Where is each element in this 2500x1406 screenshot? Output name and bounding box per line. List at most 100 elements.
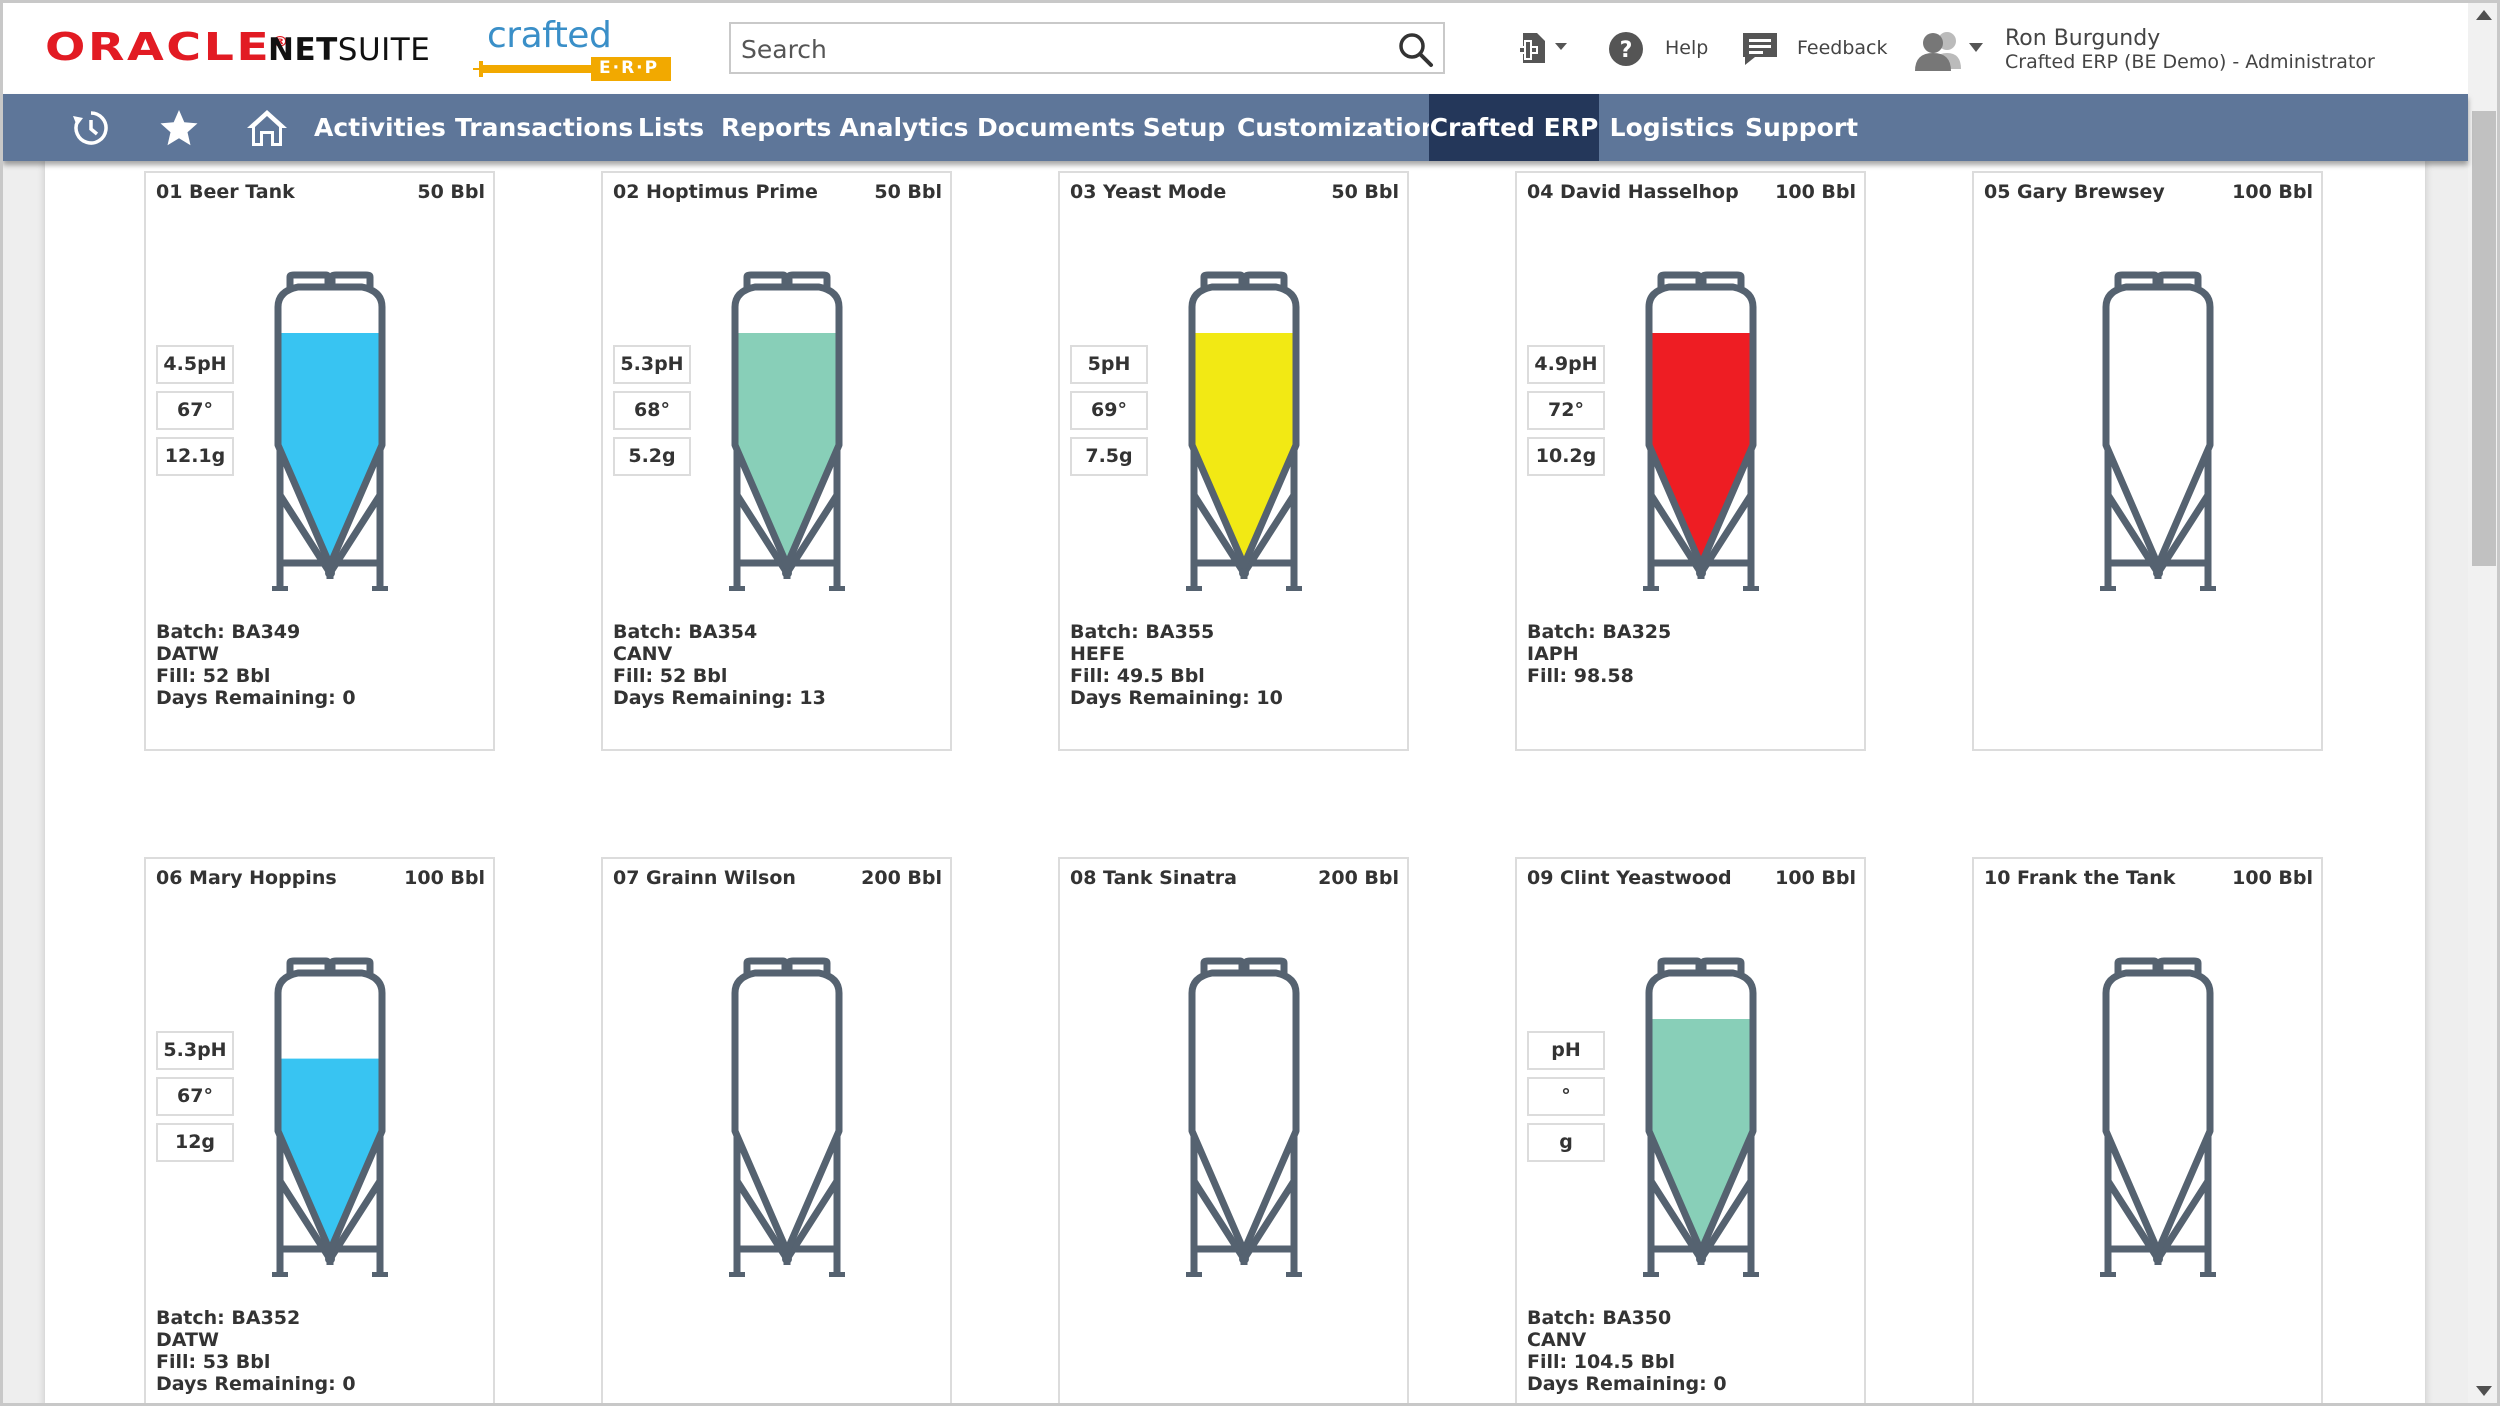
nav-crafted-erp[interactable]: Crafted ERP <box>1429 94 1599 161</box>
gravity-reading: 5.2g <box>613 437 691 476</box>
fermenter-tank-icon <box>2100 957 2216 1277</box>
feedback-label: Feedback <box>1797 37 1888 59</box>
tank-foot <box>2100 1272 2116 1277</box>
nav-setup[interactable]: Setup <box>1139 94 1229 161</box>
nav-reports[interactable]: Reports <box>721 94 831 161</box>
tank-name: 06 Mary Hoppins <box>156 867 337 889</box>
scroll-up-arrow-icon[interactable] <box>2476 9 2492 21</box>
page-scrollbar[interactable] <box>2468 3 2497 1403</box>
crafted-logo-erp: E·R·P <box>599 58 660 78</box>
tank-capacity: 50 Bbl <box>874 181 942 203</box>
fermenter-tank-icon <box>1186 271 1302 591</box>
tank-foot <box>1743 586 1759 591</box>
ph-reading: pH <box>1527 1031 1605 1070</box>
tank-card[interactable]: 06 Mary Hoppins 100 Bbl 5.3pH 67° 12g Batch: … <box>144 857 495 1403</box>
tank-liquid-fill <box>1649 1019 1753 1251</box>
tank-capacity: 100 Bbl <box>1775 867 1856 889</box>
fermenter-tank-icon <box>272 271 388 591</box>
recent-records-icon[interactable] <box>69 106 113 150</box>
top-header: ORACLE® NETSUITE crafted E·R·P Search ? … <box>3 3 2468 94</box>
batch-fill: Fill: 53 Bbl <box>156 1351 271 1373</box>
tank-foot <box>1186 1272 1202 1277</box>
tank-capacity: 50 Bbl <box>417 181 485 203</box>
temperature-reading: 72° <box>1527 391 1605 430</box>
tank-card[interactable]: 02 Hoptimus Prime 50 Bbl 5.3pH 68° 5.2g Batch… <box>601 171 952 751</box>
tank-card[interactable]: 05 Gary Brewsey 100 Bbl <box>1972 171 2323 751</box>
favorites-star-icon[interactable] <box>157 106 201 150</box>
tank-foot <box>372 586 388 591</box>
browser-window: ORACLE® NETSUITE crafted E·R·P Search ? … <box>0 0 2500 1406</box>
tank-name: 01 Beer Tank <box>156 181 295 203</box>
search-input[interactable] <box>741 31 1361 67</box>
nav-customization[interactable]: Customization <box>1237 94 1439 161</box>
nav-activities[interactable]: Activities <box>313 94 447 161</box>
batch-info: Batch: BA352 DATW Fill: 53 Bbl Days Remaini… <box>156 1307 356 1395</box>
nav-support[interactable]: Support <box>1745 94 1858 161</box>
tank-valve <box>2153 568 2163 578</box>
search-icon[interactable] <box>1397 31 1435 69</box>
tank-valve <box>782 1254 792 1264</box>
tank-foot <box>2100 586 2116 591</box>
tank-card[interactable]: 04 David Hasselhop 100 Bbl 4.9pH 72° 10.2g Ba… <box>1515 171 1866 751</box>
tank-foot <box>829 1272 845 1277</box>
scroll-down-arrow-icon[interactable] <box>2476 1385 2492 1397</box>
tank-foot <box>1743 1272 1759 1277</box>
days-remaining: Days Remaining: 0 <box>156 687 356 709</box>
feedback-icon <box>1743 33 1777 65</box>
help-icon: ? <box>1609 32 1643 66</box>
batch-style: CANV <box>1527 1329 1587 1351</box>
tank-card[interactable]: 01 Beer Tank 50 Bbl 4.5pH 67° 12.1g Batch: BA… <box>144 171 495 751</box>
tank-body-bg <box>1192 973 1296 1251</box>
fermenter-tank-icon <box>729 957 845 1277</box>
home-icon[interactable] <box>245 106 289 150</box>
temperature-reading: 67° <box>156 391 234 430</box>
tank-card[interactable]: 10 Frank the Tank 100 Bbl <box>1972 857 2323 1403</box>
batch-number: Batch: BA325 <box>1527 621 1672 643</box>
tank-foot <box>829 586 845 591</box>
tank-card[interactable]: 03 Yeast Mode 50 Bbl 5pH 69° 7.5g Batch: BA35… <box>1058 171 1409 751</box>
tank-card[interactable]: 09 Clint Yeastwood 100 Bbl pH ° g Batch: BA35… <box>1515 857 1866 1403</box>
temperature-reading: 68° <box>613 391 691 430</box>
tank-capacity: 50 Bbl <box>1331 181 1399 203</box>
nav-logistics[interactable]: Logistics <box>1607 94 1737 161</box>
tank-card[interactable]: 07 Grainn Wilson 200 Bbl <box>601 857 952 1403</box>
tank-body-bg <box>2106 287 2210 565</box>
tank-capacity: 200 Bbl <box>861 867 942 889</box>
tank-capacity: 100 Bbl <box>1775 181 1856 203</box>
tank-name: 05 Gary Brewsey <box>1984 181 2165 203</box>
nav-transactions[interactable]: Transactions <box>455 94 633 161</box>
batch-info: Batch: BA349 DATW Fill: 52 Bbl Days Remaini… <box>156 621 356 709</box>
netsuite-logo[interactable]: NETSUITE <box>268 32 430 68</box>
batch-fill: Fill: 98.58 <box>1527 665 1634 687</box>
batch-number: Batch: BA354 <box>613 621 758 643</box>
temperature-reading: ° <box>1527 1077 1605 1116</box>
create-new-menu-icon[interactable] <box>1515 27 1575 71</box>
days-remaining: Days Remaining: 10 <box>1070 687 1283 709</box>
nav-documents[interactable]: Documents <box>977 94 1135 161</box>
fermenter-tank-icon <box>272 957 388 1277</box>
tank-foot <box>272 586 288 591</box>
main-nav: Activities Transactions Lists Reports An… <box>3 94 2468 161</box>
tank-foot <box>1286 1272 1302 1277</box>
tank-card[interactable]: 08 Tank Sinatra 200 Bbl <box>1058 857 1409 1403</box>
nav-analytics[interactable]: Analytics <box>839 94 969 161</box>
fermenter-tank-icon <box>2100 271 2216 591</box>
batch-info: Batch: BA354 CANV Fill: 52 Bbl Days Remaini… <box>613 621 826 709</box>
nav-lists[interactable]: Lists <box>629 94 713 161</box>
batch-fill: Fill: 52 Bbl <box>613 665 728 687</box>
tank-foot <box>2200 586 2216 591</box>
fermenter-tank-icon <box>729 271 845 591</box>
tank-name: 02 Hoptimus Prime <box>613 181 818 203</box>
batch-style: HEFE <box>1070 643 1125 665</box>
tank-valve <box>1239 568 1249 578</box>
gravity-reading: 12g <box>156 1123 234 1162</box>
tank-foot <box>1643 1272 1659 1277</box>
batch-style: IAPH <box>1527 643 1579 665</box>
tank-foot <box>729 586 745 591</box>
oracle-logo[interactable]: ORACLE® <box>45 25 291 69</box>
tank-capacity: 100 Bbl <box>404 867 485 889</box>
tank-dashboard: 01 Beer Tank 50 Bbl 4.5pH 67° 12.1g Batch: BA… <box>45 161 2425 1403</box>
crafted-erp-logo[interactable]: crafted E·R·P <box>471 15 671 81</box>
user-menu[interactable]: Ron Burgundy Crafted ERP (BE Demo) - Adm… <box>1913 21 2453 77</box>
scrollbar-thumb[interactable] <box>2472 111 2496 566</box>
